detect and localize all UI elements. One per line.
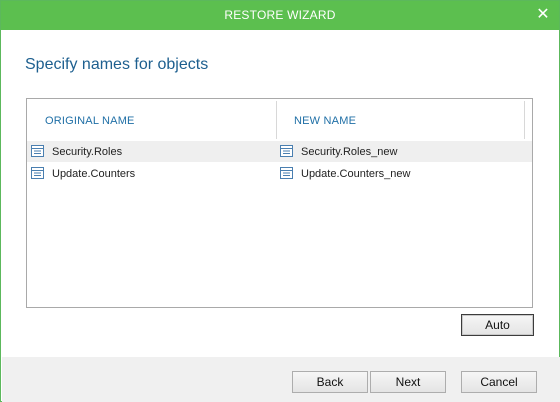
table-row[interactable]: Update.Counters Update.Counters_new (27, 163, 532, 184)
table-row[interactable]: Security.Roles Security.Roles_new (27, 141, 532, 162)
title-bar: RESTORE WIZARD ✕ (1, 1, 559, 30)
object-names-list[interactable]: ORIGINAL NAME NEW NAME Security.Roles Se… (26, 98, 533, 308)
new-name-cell[interactable]: Security.Roles_new (280, 141, 520, 162)
page-heading: Specify names for objects (25, 56, 209, 73)
window-title: RESTORE WIZARD (224, 8, 336, 22)
column-divider[interactable] (276, 101, 277, 139)
table-object-icon (31, 167, 44, 179)
next-button[interactable]: Next (370, 371, 446, 393)
cancel-button[interactable]: Cancel (461, 371, 537, 393)
column-divider[interactable] (524, 101, 525, 139)
column-header-new-name[interactable]: NEW NAME (294, 99, 356, 141)
back-button[interactable]: Back (292, 371, 368, 393)
new-name-text: Update.Counters_new (301, 168, 411, 180)
column-header-original-name[interactable]: ORIGINAL NAME (45, 99, 135, 141)
original-name-text: Security.Roles (52, 146, 123, 158)
table-object-icon (31, 145, 44, 157)
original-name-cell[interactable]: Security.Roles (31, 141, 271, 162)
original-name-cell[interactable]: Update.Counters (31, 163, 271, 184)
table-object-icon (280, 145, 293, 157)
original-name-text: Update.Counters (52, 168, 136, 180)
restore-wizard-window: RESTORE WIZARD ✕ Specify names for objec… (0, 0, 560, 402)
new-name-text: Security.Roles_new (301, 146, 398, 158)
auto-button[interactable]: Auto (461, 314, 534, 336)
table-object-icon (280, 167, 293, 179)
close-icon[interactable]: ✕ (533, 1, 553, 30)
new-name-cell[interactable]: Update.Counters_new (280, 163, 520, 184)
